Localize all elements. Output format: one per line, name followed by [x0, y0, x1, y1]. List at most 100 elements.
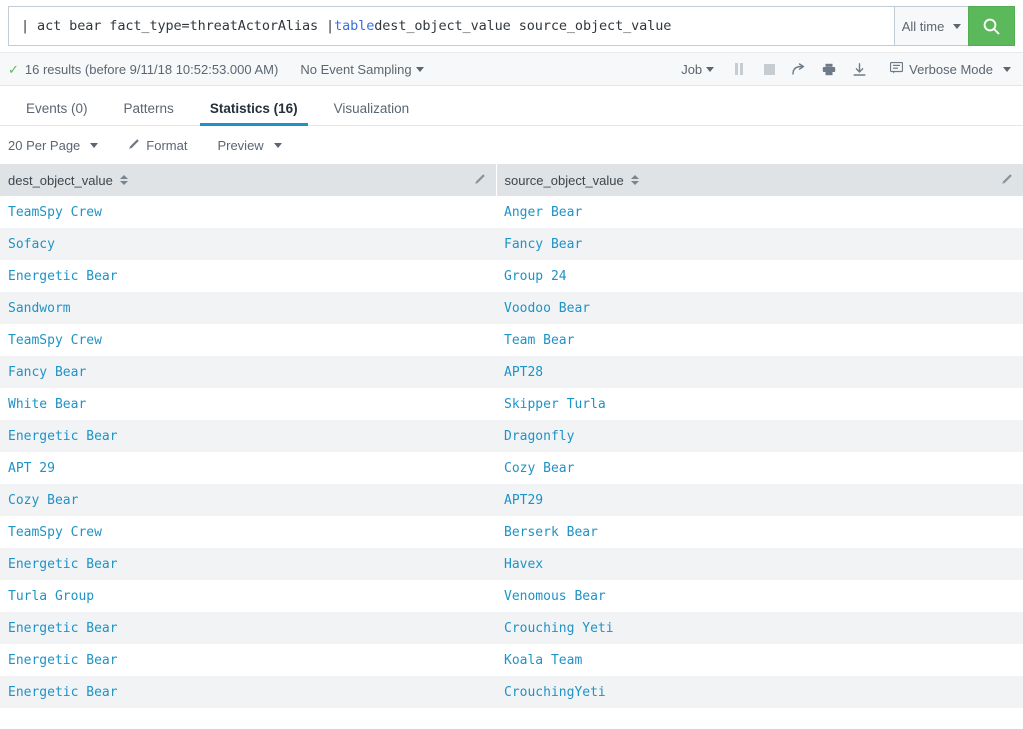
search-icon	[983, 18, 1000, 34]
chevron-down-icon	[1003, 66, 1011, 72]
export-icon[interactable]	[852, 62, 866, 76]
results-count-label: 16 results (before 9/11/18 10:52:53.000 …	[24, 61, 279, 77]
column-header-dest-object-value[interactable]: dest_object_value	[0, 164, 497, 196]
table-cell: Fancy Bear	[496, 228, 1023, 260]
column-header-label: source_object_value	[504, 172, 624, 188]
table-row: Energetic Bear Dragonfly	[0, 420, 1023, 452]
job-menu[interactable]: Job	[681, 62, 715, 77]
tab-statistics[interactable]: Statistics (16)	[192, 101, 316, 126]
cell-value-link[interactable]: Energetic Bear	[8, 429, 118, 444]
sort-arrows-icon[interactable]	[630, 175, 639, 185]
cell-value-link[interactable]: APT 29	[8, 461, 55, 476]
cell-value-link[interactable]: TeamSpy Crew	[8, 205, 102, 220]
table-cell: APT 29	[0, 452, 496, 484]
table-cell: Energetic Bear	[0, 260, 496, 292]
cell-value-link[interactable]: Dragonfly	[504, 429, 574, 444]
table-cell: TeamSpy Crew	[0, 196, 496, 228]
cell-value-link[interactable]: Sofacy	[8, 237, 55, 252]
time-range-label: All time	[901, 18, 945, 34]
format-button[interactable]: Format	[128, 138, 187, 153]
job-controls	[732, 62, 866, 76]
table-row: TeamSpy Crew Berserk Bear	[0, 516, 1023, 548]
table-cell: Dragonfly	[496, 420, 1023, 452]
cell-value-link[interactable]: Cozy Bear	[504, 461, 574, 476]
cell-value-link[interactable]: Koala Team	[504, 653, 582, 668]
search-mode-menu[interactable]: Verbose Mode	[890, 61, 1011, 77]
share-icon[interactable]	[792, 62, 806, 76]
cell-value-link[interactable]: Turla Group	[8, 589, 94, 604]
table-body: TeamSpy Crew Anger Bear Sofacy Fancy Bear En…	[0, 196, 1023, 708]
cell-value-link[interactable]: TeamSpy Crew	[8, 333, 102, 348]
pencil-icon[interactable]	[1001, 173, 1013, 188]
table-row: Energetic Bear Koala Team	[0, 644, 1023, 676]
table-row: Cozy Bear APT29	[0, 484, 1023, 516]
event-sampling-menu[interactable]: No Event Sampling	[300, 61, 424, 77]
tab-visualization[interactable]: Visualization	[316, 101, 428, 125]
cell-value-link[interactable]: Fancy Bear	[504, 237, 582, 252]
format-label: Format	[146, 137, 188, 153]
stop-icon[interactable]	[762, 62, 776, 76]
search-query-input[interactable]: | act bear fact_type=threatActorAlias | …	[8, 6, 894, 46]
table-cell: Koala Team	[496, 644, 1023, 676]
tab-patterns[interactable]: Patterns	[106, 101, 192, 125]
per-page-menu[interactable]: 20 Per Page	[8, 138, 99, 153]
cell-value-link[interactable]: TeamSpy Crew	[8, 525, 102, 540]
cell-value-link[interactable]: Energetic Bear	[8, 269, 118, 284]
table-row: Energetic Bear Crouching Yeti	[0, 612, 1023, 644]
cell-value-link[interactable]: Team Bear	[504, 333, 574, 348]
tab-visualization-label: Visualization	[333, 101, 410, 116]
cell-value-link[interactable]: Energetic Bear	[8, 685, 118, 700]
preview-menu[interactable]: Preview	[217, 138, 282, 153]
table-cell: Turla Group	[0, 580, 496, 612]
cell-value-link[interactable]: Energetic Bear	[8, 557, 118, 572]
cell-value-link[interactable]: CrouchingYeti	[504, 685, 606, 700]
table-cell: Fancy Bear	[0, 356, 496, 388]
table-row: TeamSpy Crew Anger Bear	[0, 196, 1023, 228]
table-row: Energetic Bear Havex	[0, 548, 1023, 580]
search-submit-button[interactable]	[968, 6, 1015, 46]
cell-value-link[interactable]: Anger Bear	[504, 205, 582, 220]
table-row: Energetic Bear Group 24	[0, 260, 1023, 292]
cell-value-link[interactable]: APT28	[504, 365, 543, 380]
tab-events[interactable]: Events (0)	[8, 101, 106, 125]
cell-value-link[interactable]: Berserk Bear	[504, 525, 598, 540]
list-box-icon	[890, 61, 904, 77]
cell-value-link[interactable]: Venomous Bear	[504, 589, 606, 604]
cell-value-link[interactable]: Cozy Bear	[8, 493, 78, 508]
cell-value-link[interactable]: Skipper Turla	[504, 397, 606, 412]
table-cell: Sandworm	[0, 292, 496, 324]
cell-value-link[interactable]: Havex	[504, 557, 543, 572]
search-query-keyword: table	[334, 18, 375, 34]
sort-arrows-icon[interactable]	[119, 175, 128, 185]
cell-value-link[interactable]: Group 24	[504, 269, 567, 284]
table-row: White Bear Skipper Turla	[0, 388, 1023, 420]
table-row: Turla Group Venomous Bear	[0, 580, 1023, 612]
cell-value-link[interactable]: White Bear	[8, 397, 86, 412]
chevron-down-icon	[90, 142, 99, 148]
time-range-picker[interactable]: All time	[894, 6, 968, 46]
table-cell: TeamSpy Crew	[0, 516, 496, 548]
results-tabs: Events (0) Patterns Statistics (16) Visu…	[0, 86, 1023, 126]
tab-patterns-label: Patterns	[123, 101, 174, 116]
chevron-down-icon	[415, 66, 424, 72]
cell-value-link[interactable]: Energetic Bear	[8, 653, 118, 668]
cell-value-link[interactable]: Fancy Bear	[8, 365, 86, 380]
results-toolbar: 20 Per Page Format Preview	[0, 126, 1023, 164]
pause-icon[interactable]	[732, 62, 746, 76]
column-header-source-object-value[interactable]: source_object_value	[496, 164, 1023, 196]
table-cell: Energetic Bear	[0, 644, 496, 676]
cell-value-link[interactable]: Energetic Bear	[8, 621, 118, 636]
table-cell: TeamSpy Crew	[0, 324, 496, 356]
cell-value-link[interactable]: Sandworm	[8, 301, 71, 316]
table-cell: Energetic Bear	[0, 548, 496, 580]
cell-value-link[interactable]: Crouching Yeti	[504, 621, 614, 636]
results-table: dest_object_value source_object_value Te	[0, 164, 1023, 708]
event-sampling-label: No Event Sampling	[300, 61, 412, 77]
cell-value-link[interactable]: Voodoo Bear	[504, 301, 590, 316]
check-icon: ✓	[8, 61, 19, 77]
print-icon[interactable]	[822, 62, 836, 76]
table-cell: APT28	[496, 356, 1023, 388]
cell-value-link[interactable]: APT29	[504, 493, 543, 508]
pencil-icon[interactable]	[474, 173, 486, 188]
tab-statistics-label: Statistics (16)	[209, 101, 298, 116]
